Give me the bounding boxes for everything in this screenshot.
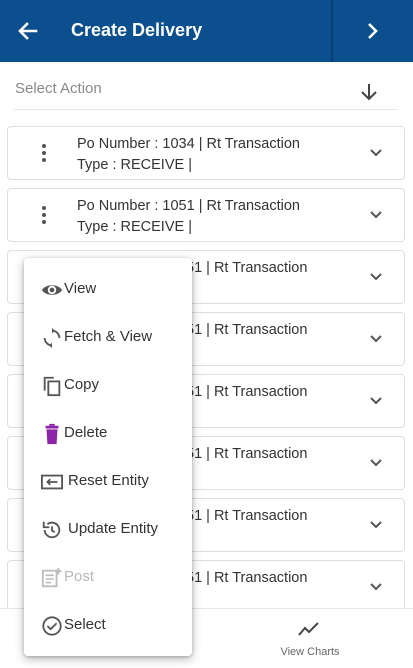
select-action-label: Select Action <box>15 80 102 97</box>
chevron-down-icon[interactable] <box>367 330 385 348</box>
list-item-text: Po Number : 1051 | Rt Transaction Type :… <box>77 196 300 238</box>
app-header: Create Delivery <box>0 0 413 62</box>
list-item-text: Po Number : 1034 | Rt Transaction Type :… <box>77 134 300 176</box>
chevron-down-icon[interactable] <box>367 392 385 410</box>
list-item-line2: Type : RECEIVE | <box>77 219 192 235</box>
menu-item-select[interactable]: Select <box>24 602 192 650</box>
eye-icon <box>41 285 63 295</box>
chevron-down-icon[interactable] <box>367 144 385 162</box>
more-options-icon[interactable] <box>36 142 52 164</box>
refresh-icon <box>43 327 61 349</box>
list-item-line1: 51 | Rt Transaction <box>186 260 308 276</box>
list-item[interactable]: Po Number : 1051 | Rt Transaction Type :… <box>7 188 405 242</box>
menu-item-label: Update Entity <box>68 520 159 537</box>
list-item[interactable]: Po Number : 1034 | Rt Transaction Type :… <box>7 126 405 180</box>
arrow-left-icon <box>18 22 38 40</box>
menu-item-label: Select <box>64 616 106 633</box>
menu-item-label: Reset Entity <box>68 472 149 489</box>
page-title: Create Delivery <box>71 20 203 40</box>
menu-item-delete[interactable]: Delete <box>24 410 192 458</box>
arrow-down-icon[interactable] <box>358 81 380 103</box>
list-item-text: 51 | Rt Transaction <box>186 258 307 279</box>
chevron-right-icon <box>368 23 378 39</box>
view-charts-button[interactable]: View Charts <box>250 609 370 668</box>
view-charts-label: View Charts <box>280 646 340 658</box>
list-item-text: 51 | Rt Transaction <box>186 382 307 403</box>
next-button[interactable] <box>355 14 391 48</box>
list-item-text: 51 | Rt Transaction <box>186 568 307 589</box>
chevron-down-icon[interactable] <box>367 516 385 534</box>
header-divider <box>331 0 333 62</box>
copy-icon <box>43 376 61 397</box>
chevron-down-icon[interactable] <box>367 206 385 224</box>
menu-item-post: Post <box>24 554 192 602</box>
menu-item-reset-entity[interactable]: Reset Entity <box>24 458 192 506</box>
menu-item-label: Copy <box>64 376 100 393</box>
menu-item-label: Fetch & View <box>64 328 153 345</box>
chevron-down-icon[interactable] <box>367 454 385 472</box>
list-item-line1: 51 | Rt Transaction <box>186 570 308 586</box>
menu-item-label: View <box>64 280 97 297</box>
chevron-down-icon[interactable] <box>367 578 385 596</box>
check-circle-icon <box>42 616 62 636</box>
list-item-line1: Po Number : 1051 | Rt Transaction <box>77 198 300 214</box>
menu-item-label: Delete <box>64 424 108 441</box>
trend-line-icon <box>298 622 319 636</box>
menu-item-copy[interactable]: Copy <box>24 362 192 410</box>
reset-icon <box>41 474 63 490</box>
list-item-line1: 51 | Rt Transaction <box>186 322 308 338</box>
list-item-line2: Type : RECEIVE | <box>77 157 192 173</box>
list-item-line1: 51 | Rt Transaction <box>186 508 308 524</box>
list-item-text: 51 | Rt Transaction <box>186 506 307 527</box>
post-icon <box>41 567 62 588</box>
menu-item-update-entity[interactable]: Update Entity <box>24 506 192 554</box>
trash-icon <box>45 423 59 445</box>
history-icon <box>42 521 61 539</box>
menu-item-view[interactable]: View <box>24 266 192 314</box>
context-menu: View Fetch & View Copy Delete Reset Enti… <box>24 258 192 656</box>
menu-item-fetch-view[interactable]: Fetch & View <box>24 314 192 362</box>
select-action-bar[interactable]: Select Action <box>14 64 398 110</box>
list-item-line1: 51 | Rt Transaction <box>186 384 308 400</box>
list-item-text: 51 | Rt Transaction <box>186 320 307 341</box>
chevron-down-icon[interactable] <box>367 268 385 286</box>
more-options-icon[interactable] <box>36 204 52 226</box>
list-item-text: 51 | Rt Transaction <box>186 444 307 465</box>
list-item-line1: Po Number : 1034 | Rt Transaction <box>77 136 300 152</box>
back-button[interactable] <box>10 14 46 48</box>
menu-item-label: Post <box>64 568 95 585</box>
list-item-line1: 51 | Rt Transaction <box>186 446 308 462</box>
